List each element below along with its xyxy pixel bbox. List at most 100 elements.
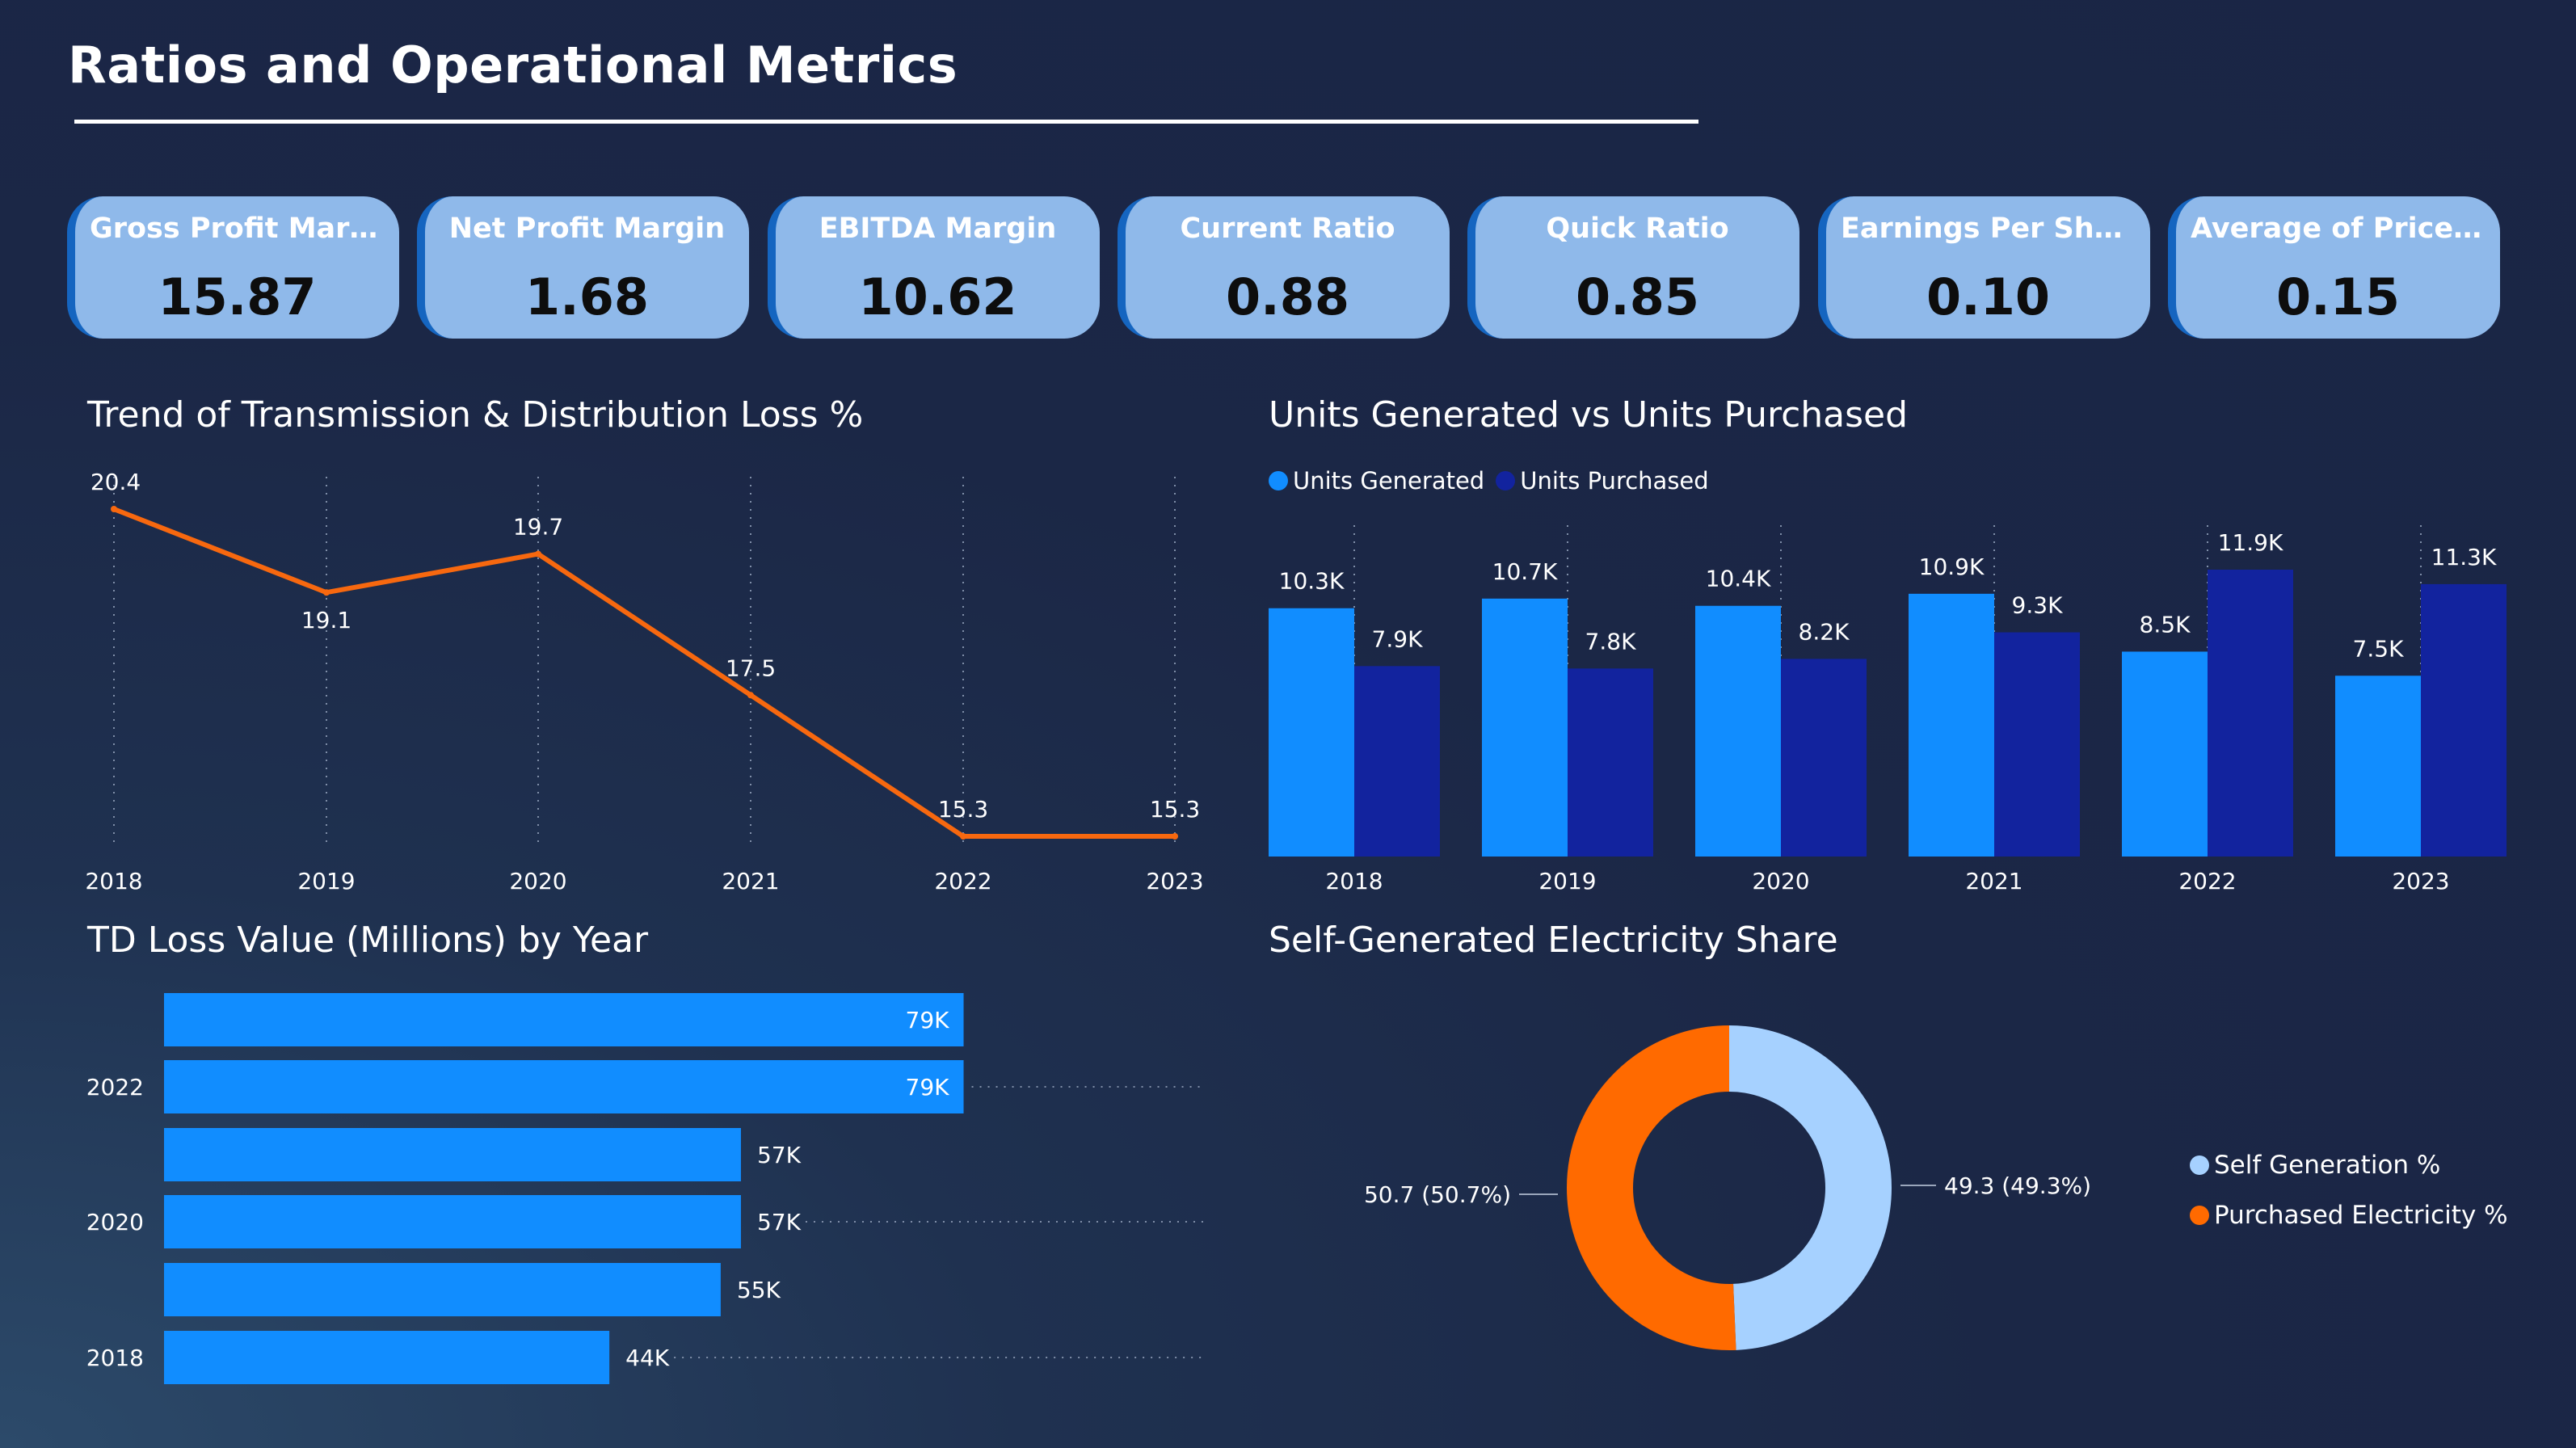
bar-units-purchased[interactable] — [2421, 583, 2507, 857]
data-label: 8.5K — [2140, 611, 2191, 638]
data-label: 15.3 — [938, 796, 988, 823]
bar-units-generated[interactable] — [1695, 605, 1781, 857]
data-point[interactable] — [323, 589, 330, 596]
data-label: 44K — [625, 1345, 670, 1371]
legend-swatch-purchased — [1496, 471, 1516, 490]
kpi-label: Current Ratio — [1180, 213, 1395, 245]
bar-td-loss-2023[interactable] — [164, 993, 964, 1046]
data-label: 19.1 — [301, 607, 351, 634]
bar-units-generated[interactable] — [1482, 598, 1568, 857]
legend-label: Units Generated — [1293, 467, 1485, 495]
kpi-label: Gross Profit Margin — [90, 213, 385, 245]
x-tick-label: 2023 — [2392, 868, 2449, 894]
kpi-card-ebitda-margin[interactable]: EBITDA Margin 10.62 — [768, 196, 1100, 339]
data-label: 10.3K — [1279, 568, 1345, 595]
legend-swatch-self — [2190, 1155, 2209, 1175]
kpi-label: Average of Price to... — [2191, 213, 2486, 245]
legend-item-units-purchased[interactable]: Units Purchased — [1496, 467, 1709, 495]
x-tick-label: 2018 — [85, 868, 142, 894]
data-label: 9.3K — [2012, 592, 2064, 619]
bar-units-generated[interactable] — [2122, 651, 2208, 857]
legend-swatch-purchased-electricity — [2190, 1206, 2209, 1225]
y-tick-label: 2022 — [86, 1074, 144, 1101]
legend-label: Self Generation % — [2214, 1151, 2441, 1180]
kpi-value: 0.85 — [1576, 267, 1699, 326]
kpi-card-earnings-per-share[interactable]: Earnings Per Share 0.10 — [1818, 196, 2150, 339]
data-label: 7.8K — [1585, 628, 1637, 655]
data-label: 7.9K — [1372, 625, 1424, 652]
data-label: 11.3K — [2431, 544, 2497, 570]
x-tick-label: 2021 — [1965, 868, 2022, 894]
data-point[interactable] — [535, 550, 541, 558]
data-point[interactable] — [960, 833, 966, 840]
bar-td-loss-2019[interactable] — [164, 1263, 721, 1316]
legend-label: Purchased Electricity % — [2214, 1201, 2508, 1230]
bar-units-generated[interactable] — [1909, 593, 1994, 857]
kpi-value: 10.62 — [858, 267, 1017, 326]
bar-units-purchased[interactable] — [1994, 632, 2080, 857]
bar-td-loss-2018[interactable] — [164, 1331, 610, 1384]
kpi-value: 0.88 — [1226, 267, 1349, 326]
data-label: 55K — [737, 1277, 781, 1303]
kpi-card-gross-profit-margin[interactable]: Gross Profit Margin 15.87 — [67, 196, 399, 339]
data-label: 57K — [757, 1209, 802, 1235]
donut-legend-item-purchased[interactable]: Purchased Electricity % — [2190, 1201, 2508, 1230]
x-tick-label: 2021 — [722, 868, 779, 894]
x-tick-label: 2020 — [1752, 868, 1809, 894]
bar-units-generated[interactable] — [1269, 608, 1354, 857]
legend-label: Units Purchased — [1520, 467, 1709, 495]
kpi-card-net-profit-margin[interactable]: Net Profit Margin 1.68 — [417, 196, 749, 339]
title-divider — [74, 120, 1698, 124]
data-label: 19.7 — [513, 514, 563, 541]
bar-units-purchased[interactable] — [1781, 659, 1867, 857]
kpi-value: 15.87 — [158, 267, 317, 326]
data-label: 50.7 (50.7%) — [1364, 1181, 1511, 1208]
kpi-label: Quick Ratio — [1546, 213, 1729, 245]
data-point[interactable] — [1172, 833, 1178, 840]
data-label: 10.7K — [1492, 558, 1558, 585]
bar-td-loss-2022[interactable] — [164, 1060, 964, 1113]
data-label: 17.5 — [726, 655, 776, 681]
line-chart-title: Trend of Transmission & Distribution Los… — [87, 394, 864, 436]
donut-legend-item-self[interactable]: Self Generation % — [2190, 1151, 2440, 1180]
x-tick-label: 2019 — [297, 868, 355, 894]
data-label: 10.4K — [1706, 566, 1771, 592]
legend-item-units-generated[interactable]: Units Generated — [1269, 467, 1484, 495]
data-label: 79K — [906, 1007, 950, 1033]
page-title: Ratios and Operational Metrics — [68, 36, 958, 95]
bar-units-purchased[interactable] — [1354, 666, 1440, 857]
kpi-card-average-of-price[interactable]: Average of Price to... 0.15 — [2168, 196, 2500, 339]
kpi-card-quick-ratio[interactable]: Quick Ratio 0.85 — [1467, 196, 1799, 339]
series-line-td-loss[interactable] — [112, 507, 1175, 839]
donut-slice[interactable] — [1567, 1025, 1892, 1350]
kpi-card-current-ratio[interactable]: Current Ratio 0.88 — [1118, 196, 1450, 339]
y-tick-label: 2020 — [86, 1209, 144, 1235]
data-label: 15.3 — [1150, 796, 1200, 823]
bar-td-loss-2020[interactable] — [164, 1195, 741, 1248]
data-label: 7.5K — [2353, 635, 2405, 662]
bar-units-purchased[interactable] — [2208, 570, 2293, 857]
data-label: 8.2K — [1799, 618, 1850, 645]
bar-units-generated[interactable] — [2335, 676, 2421, 857]
data-label: 20.4 — [90, 469, 141, 495]
data-label: 10.9K — [1919, 554, 1985, 580]
x-tick-label: 2019 — [1538, 868, 1596, 894]
x-tick-label: 2022 — [2178, 868, 2236, 894]
kpi-label: Earnings Per Share — [1841, 213, 2136, 245]
x-tick-label: 2023 — [1146, 868, 1203, 894]
legend-swatch-generated — [1269, 471, 1288, 490]
donut-slice[interactable] — [1567, 1025, 1892, 1350]
kpi-label: EBITDA Margin — [819, 213, 1057, 245]
column-chart-legend: Units Generated Units Purchased — [1269, 467, 1709, 495]
data-label: 49.3 (49.3%) — [1944, 1172, 2091, 1199]
data-point[interactable] — [747, 692, 754, 699]
y-tick-label: 2018 — [86, 1345, 144, 1371]
data-label: 79K — [906, 1074, 950, 1101]
x-tick-label: 2018 — [1325, 868, 1383, 894]
bar-td-loss-2021[interactable] — [164, 1128, 741, 1181]
bar-units-purchased[interactable] — [1568, 668, 1653, 857]
x-tick-label: 2022 — [934, 868, 991, 894]
x-tick-label: 2020 — [509, 868, 566, 894]
kpi-label: Net Profit Margin — [448, 213, 726, 245]
data-point[interactable] — [111, 506, 117, 512]
